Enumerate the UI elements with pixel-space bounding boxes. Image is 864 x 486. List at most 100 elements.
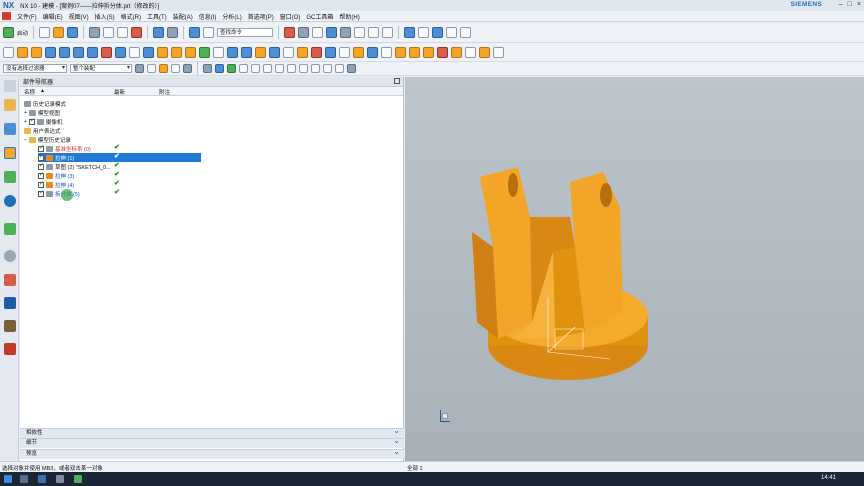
body-rule-icon[interactable]: [215, 64, 224, 73]
hole-icon[interactable]: [101, 46, 112, 58]
render-style-icon[interactable]: [326, 27, 338, 38]
menu-edit[interactable]: 编辑(E): [43, 12, 63, 21]
undo-icon[interactable]: [153, 27, 165, 38]
menu-analysis[interactable]: 分析(L): [222, 12, 241, 21]
history-clock-icon[interactable]: [4, 250, 16, 262]
visibility-checkbox[interactable]: [38, 180, 44, 188]
section-dependencies[interactable]: 相依性: [20, 426, 404, 438]
open-folder-icon[interactable]: [53, 27, 65, 38]
boss-icon[interactable]: [115, 46, 126, 58]
nx-taskbar-icon[interactable]: [38, 475, 46, 483]
new-file-icon[interactable]: [39, 27, 51, 38]
orient-icon[interactable]: [404, 27, 416, 38]
explorer-icon[interactable]: [20, 475, 28, 483]
general-selection-icon[interactable]: [135, 64, 144, 73]
graphics-window[interactable]: [405, 77, 864, 461]
manufacturing-wizard-icon[interactable]: [4, 320, 16, 332]
collapse-icon[interactable]: −: [24, 137, 27, 143]
background-icon[interactable]: [340, 27, 352, 38]
part-model[interactable]: [405, 77, 864, 461]
snap-view-icon[interactable]: [368, 27, 380, 38]
bounded-grid-icon[interactable]: [347, 64, 356, 73]
expand-icon[interactable]: +: [24, 119, 27, 125]
deselect-icon[interactable]: [183, 64, 192, 73]
part-navigator-icon[interactable]: [4, 147, 16, 159]
mid-point-icon[interactable]: [251, 64, 260, 73]
display-section-icon[interactable]: [354, 27, 366, 38]
column-latest[interactable]: 最新: [114, 88, 125, 96]
copy-icon[interactable]: [103, 27, 115, 38]
app-icon[interactable]: [74, 475, 82, 483]
intersection-icon[interactable]: [275, 64, 284, 73]
menu-insert[interactable]: 插入(S): [95, 12, 115, 21]
touch-mode-icon[interactable]: [189, 27, 201, 38]
start-label[interactable]: 启动: [17, 29, 28, 37]
command-finder-icon[interactable]: [203, 27, 215, 38]
face-rule-icon[interactable]: [203, 64, 212, 73]
unite-icon[interactable]: [157, 46, 168, 58]
pocket-icon[interactable]: [129, 46, 140, 58]
visibility-checkbox[interactable]: [38, 162, 44, 170]
revolve-icon[interactable]: [31, 46, 42, 58]
intersect-icon[interactable]: [185, 46, 196, 58]
hd3d-tools-icon[interactable]: [4, 195, 16, 207]
subtract-icon[interactable]: [171, 46, 182, 58]
feature-selection-icon[interactable]: [171, 64, 180, 73]
groove-icon[interactable]: [465, 46, 476, 58]
cut-icon[interactable]: [89, 27, 101, 38]
expand-icon[interactable]: +: [24, 110, 27, 116]
menu-gc-toolbox[interactable]: GC工具箱: [306, 12, 333, 21]
offset-face-icon[interactable]: [283, 46, 294, 58]
layer-settings-icon[interactable]: [382, 27, 394, 38]
redo-icon[interactable]: [167, 27, 179, 38]
menu-assembly[interactable]: 装配(A): [173, 12, 193, 21]
system-materials-icon[interactable]: [4, 274, 16, 286]
reuse-library-icon[interactable]: [4, 171, 16, 183]
menu-help[interactable]: 帮助(H): [339, 12, 359, 21]
tree-item-split-body-5[interactable]: 拆分体 (5): [38, 189, 400, 198]
cone-icon[interactable]: [73, 46, 84, 58]
roles-icon[interactable]: [4, 343, 16, 355]
pattern-icon[interactable]: [297, 46, 308, 58]
assembly-navigator-icon[interactable]: [4, 99, 16, 111]
minimize-button[interactable]: –: [839, 1, 843, 8]
windows-start-icon[interactable]: [4, 475, 12, 483]
shell-icon[interactable]: [255, 46, 266, 58]
quick-pick-icon[interactable]: [418, 27, 430, 38]
maximize-button[interactable]: □: [848, 1, 852, 8]
slot-icon[interactable]: [479, 46, 490, 58]
edit-parameters-icon[interactable]: [460, 27, 472, 38]
close-button[interactable]: ×: [857, 1, 861, 8]
visibility-checkbox[interactable]: [38, 171, 44, 179]
menu-preferences[interactable]: 首选项(P): [248, 12, 274, 21]
control-point-icon[interactable]: [263, 64, 272, 73]
shaded-view-icon[interactable]: [298, 27, 310, 38]
maximize-panel-icon[interactable]: [394, 78, 400, 84]
sew-icon[interactable]: [339, 46, 350, 58]
menu-icon[interactable]: [2, 12, 11, 20]
tree-item-cameras[interactable]: + 摄像机: [24, 117, 400, 126]
tree-item-history-mode[interactable]: 历史记录模式: [24, 99, 400, 108]
delete-face-icon[interactable]: [381, 46, 392, 58]
point-on-curve-icon[interactable]: [323, 64, 332, 73]
wrap-geometry-icon[interactable]: [409, 46, 420, 58]
settings-gear-icon[interactable]: [4, 80, 16, 92]
point-on-face-icon[interactable]: [335, 64, 344, 73]
tree-item-datum-csys[interactable]: 基准坐标系 (0): [38, 144, 400, 153]
draft-icon[interactable]: [269, 46, 280, 58]
column-name[interactable]: 名称: [24, 88, 35, 96]
menu-window[interactable]: 窗口(O): [280, 12, 301, 21]
sketch-icon[interactable]: [3, 46, 14, 58]
visibility-checkbox[interactable]: [38, 153, 44, 161]
column-note[interactable]: 附注: [159, 88, 170, 96]
save-icon[interactable]: [67, 27, 79, 38]
web-browser-icon[interactable]: [4, 223, 16, 235]
scale-body-icon[interactable]: [395, 46, 406, 58]
select-all-icon[interactable]: [159, 64, 168, 73]
fit-view-icon[interactable]: [284, 27, 296, 38]
type-filter-dropdown[interactable]: 没有选择过滤器: [3, 64, 67, 73]
sort-ascending-icon[interactable]: ▲: [40, 88, 45, 94]
constraint-navigator-icon[interactable]: [4, 123, 16, 135]
tree-item-model-history[interactable]: − 模型历史记录: [24, 135, 400, 144]
menu-info[interactable]: 信息(I): [199, 12, 217, 21]
